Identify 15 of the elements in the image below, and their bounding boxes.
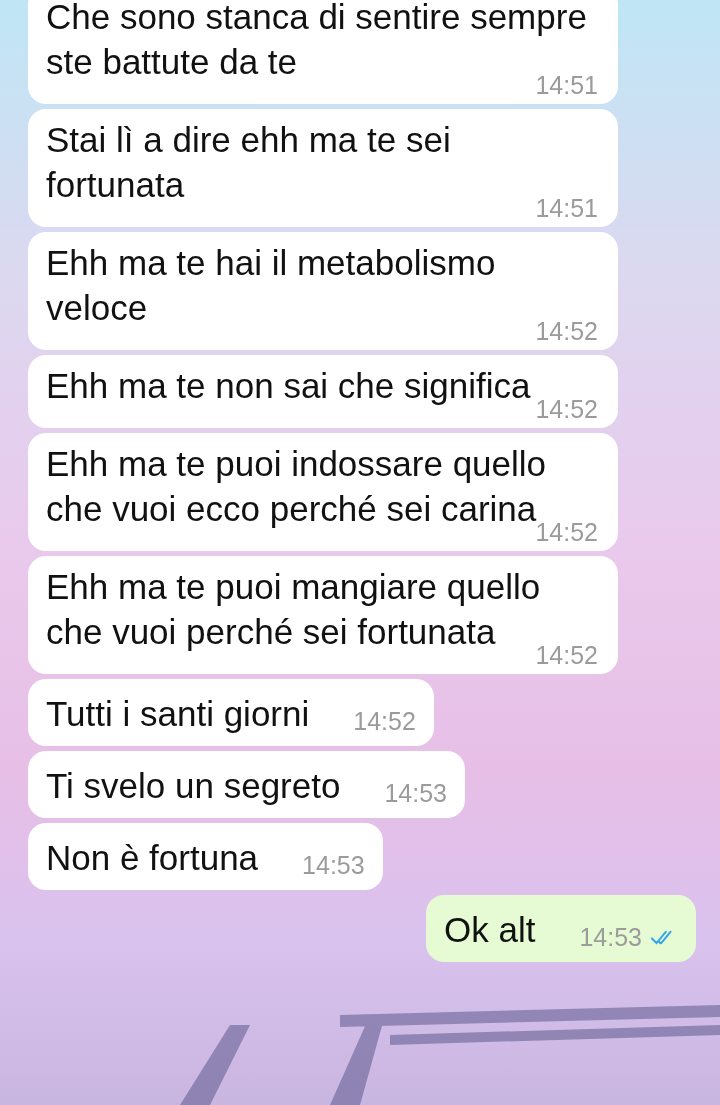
message-text: Ti svelo un segreto xyxy=(46,765,341,807)
message-time: 14:53 xyxy=(579,922,642,952)
message-time: 14:52 xyxy=(535,394,598,424)
message-time: 14:53 xyxy=(384,778,447,808)
message-time: 14:51 xyxy=(535,193,598,223)
message-time: 14:52 xyxy=(535,640,598,670)
message-text: Stai lì a dire ehh ma te sei fortunata xyxy=(46,119,452,206)
message-text: Ehh ma te non sai che significa xyxy=(46,365,532,407)
message-text: Non è fortuna xyxy=(46,837,259,879)
message-text: Tutti i santi giorni xyxy=(46,693,310,735)
message-time: 14:52 xyxy=(353,706,416,736)
message-time: 14:52 xyxy=(535,316,598,346)
message-time: 14:53 xyxy=(302,850,365,880)
message-text: Ehh ma te hai il metabolismo veloce xyxy=(46,242,497,329)
message-text: Ok alt xyxy=(444,909,536,951)
